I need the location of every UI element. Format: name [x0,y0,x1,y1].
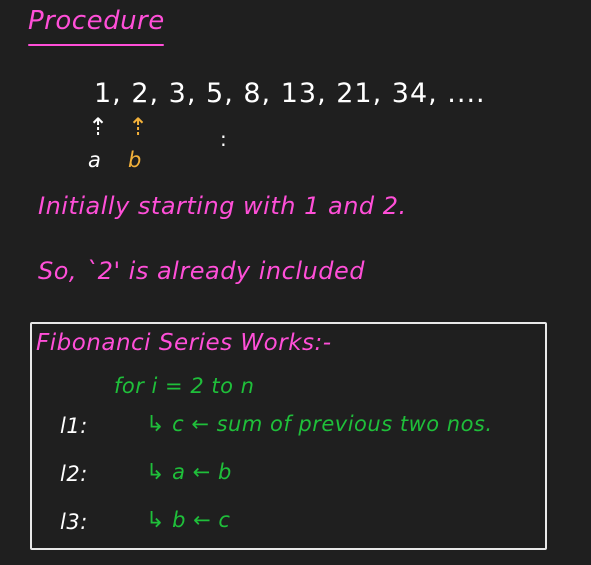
step-label: l1: [60,414,88,438]
hook-arrow-icon: ↳ [146,460,165,485]
pointer-b-arrow-icon: ⇡ [128,113,149,141]
fibonacci-sequence: 1, 2, 3, 5, 8, 13, 21, 34, .... [94,78,486,109]
step-text: c ← sum of previous two nos. [172,412,493,436]
hook-arrow-icon: ↳ [146,412,165,437]
title-underline [28,44,164,46]
step-row: ↳ b ← c [146,508,230,533]
hook-arrow-icon: ↳ [146,508,165,533]
step-row: ↳ a ← b [146,460,232,485]
pointer-a-arrow-icon: ⇡ [88,113,109,141]
step-row: ↳ c ← sum of previous two nos. [146,412,493,437]
page-title: Procedure [28,6,165,36]
step-text: a ← b [172,460,232,484]
pointer-b-label: b [128,148,142,172]
loop-header: for i = 2 to n [114,374,255,398]
note-initial: Initially starting with 1 and 2. [38,192,407,220]
step-label: l2: [60,462,88,486]
box-title: Fibonanci Series Works:- [36,330,332,356]
step-label: l3: [60,510,88,534]
note-canvas: Procedure 1, 2, 3, 5, 8, 13, 21, 34, ...… [0,0,591,565]
pointer-a-label: a [88,148,101,172]
dots-mark: : [220,127,227,151]
step-text: b ← c [172,508,231,532]
note-included: So, `2' is already included [38,257,365,285]
